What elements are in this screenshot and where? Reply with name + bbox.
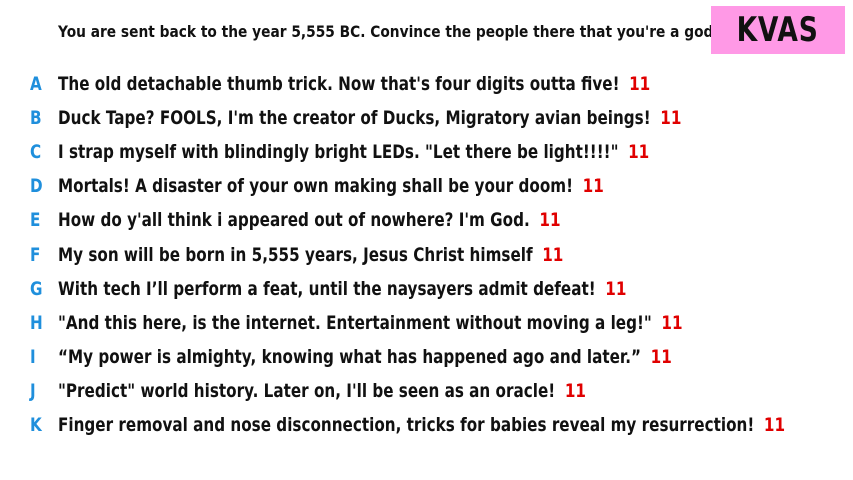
answer-score: 11 bbox=[539, 209, 561, 231]
answer-text: I strap myself with blindingly bright LE… bbox=[58, 141, 619, 163]
answer-line: With tech I’ll perform a feat, until the… bbox=[58, 278, 626, 300]
answer-score: 11 bbox=[763, 414, 786, 436]
answer-text: Mortals! A disaster of your own making s… bbox=[58, 175, 574, 197]
answer-score: 11 bbox=[564, 380, 586, 402]
answer-text: “My power is almighty, knowing what has … bbox=[58, 346, 642, 368]
answer-letter: H bbox=[30, 312, 43, 334]
answer-score: 11 bbox=[661, 312, 683, 334]
answer-line: Duck Tape? FOOLS, I'm the creator of Duc… bbox=[58, 107, 681, 129]
answer-score: 11 bbox=[660, 107, 682, 129]
answer-text: The old detachable thumb trick. Now that… bbox=[58, 73, 620, 95]
answer-score: 11 bbox=[605, 278, 627, 300]
team-badge: KVAS bbox=[711, 6, 845, 54]
prompt-text: You are sent back to the year 5,555 BC. … bbox=[58, 22, 719, 41]
answer-line: Mortals! A disaster of your own making s… bbox=[58, 175, 604, 197]
answer-letter: C bbox=[30, 141, 42, 163]
answer-text: Finger removal and nose disconnection, t… bbox=[58, 414, 755, 436]
answer-score: 11 bbox=[650, 346, 672, 368]
answer-score: 11 bbox=[582, 175, 604, 197]
answer-letter: E bbox=[30, 209, 41, 231]
answer-line: Finger removal and nose disconnection, t… bbox=[58, 414, 785, 436]
answer-score: 11 bbox=[628, 141, 650, 163]
answer-line: My son will be born in 5,555 years, Jesu… bbox=[58, 244, 563, 266]
answer-score: 11 bbox=[542, 244, 564, 266]
answer-line: "And this here, is the internet. Enterta… bbox=[58, 312, 683, 334]
answer-text: "And this here, is the internet. Enterta… bbox=[58, 312, 652, 334]
answer-letter: F bbox=[30, 244, 41, 266]
answer-letter: B bbox=[30, 107, 42, 129]
answer-letter: J bbox=[30, 380, 36, 402]
answer-letter: I bbox=[30, 346, 36, 368]
answer-line: "Predict" world history. Later on, I'll … bbox=[58, 380, 586, 402]
answer-line: I strap myself with blindingly bright LE… bbox=[58, 141, 649, 163]
answer-text: "Predict" world history. Later on, I'll … bbox=[58, 380, 556, 402]
answer-line: The old detachable thumb trick. Now that… bbox=[58, 73, 650, 95]
answer-score: 11 bbox=[629, 73, 651, 95]
answer-line: How do y'all think i appeared out of now… bbox=[58, 209, 561, 231]
answer-letter: A bbox=[30, 73, 42, 95]
answer-letter: D bbox=[30, 175, 43, 197]
answer-text: How do y'all think i appeared out of now… bbox=[58, 209, 530, 231]
answer-text: My son will be born in 5,555 years, Jesu… bbox=[58, 244, 533, 266]
answer-letter: G bbox=[30, 278, 43, 300]
team-name: KVAS bbox=[736, 10, 820, 50]
answer-text: Duck Tape? FOOLS, I'm the creator of Duc… bbox=[58, 107, 651, 129]
answer-letter: K bbox=[30, 414, 42, 436]
answer-text: With tech I’ll perform a feat, until the… bbox=[58, 278, 596, 300]
answer-line: “My power is almighty, knowing what has … bbox=[58, 346, 672, 368]
